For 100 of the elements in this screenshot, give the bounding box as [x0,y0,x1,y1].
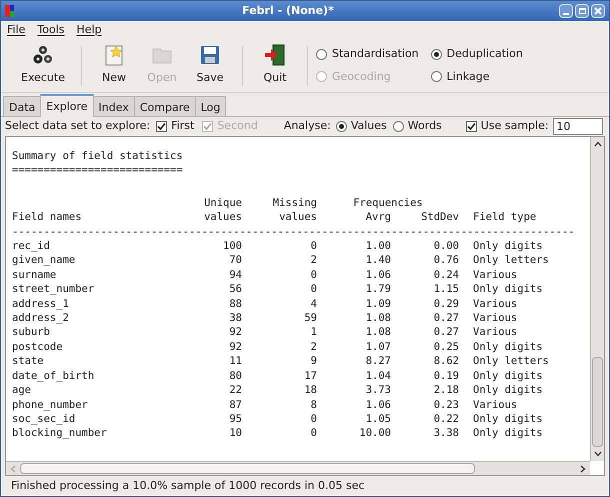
table-cell: 92 [229,326,242,338]
scrollbar-thumb[interactable] [20,463,475,474]
scrollbar-thumb[interactable] [592,357,603,447]
radio-button[interactable] [430,71,442,82]
radio-label: Geocoding [332,68,391,84]
table-cell: 0 [310,268,317,281]
table-cell: 1.40 [366,254,391,266]
table-cell: 0.27 [434,326,459,338]
toolbar-button[interactable]: New [90,44,138,87]
radio-label: Standardisation [332,46,419,62]
table-cell: 2 [310,254,317,266]
table-cell: 1.06 [366,398,391,410]
table-cell: 8 [310,398,317,410]
table-cell: 4 [310,298,317,310]
minimize-button[interactable] [559,4,573,18]
table-cell: Only digits [473,384,543,396]
maximize-button[interactable] [575,4,589,18]
column-heading: StdDev [421,211,459,224]
table-cell: 1.05 [366,412,391,425]
close-button[interactable] [591,4,605,18]
table-cell: 8.27 [366,355,391,368]
radio-button[interactable] [316,48,327,60]
table-cell: Only digits [473,240,543,252]
checkbox-label: Second [217,118,258,134]
radio-button[interactable] [430,48,442,60]
table-cell: 10 [229,427,242,440]
title-underline: =========================== [12,163,183,178]
tab[interactable]: Data [3,96,42,116]
horizontal-scrollbar[interactable] [6,461,590,475]
table-cell: 0.23 [434,398,459,410]
checkbox[interactable] [466,121,477,132]
table-cell: 38 [229,312,242,324]
vertical-scrollbar[interactable] [590,137,604,461]
column-heading: Avrg [366,211,391,224]
separator-line: ----------------------------------------------------------------------------------------- [12,224,575,240]
radio-label: Linkage [446,68,490,84]
radio-label: Words [408,118,442,134]
table-cell: blocking_number [12,427,107,440]
report-title: Summary of field statistics [12,149,183,164]
table-cell: Only letters [473,254,549,266]
table-cell: suburb [12,326,50,338]
table-cell: 0.25 [434,340,459,353]
checkbox[interactable] [156,121,168,132]
table-cell: 9 [310,355,317,368]
table-cell: postcode [12,340,63,353]
table-cell: 10.00 [359,427,391,440]
table-cell: 88 [229,298,242,310]
app-logo-icon [5,5,17,17]
table-cell: address_2 [12,312,69,324]
table-cell: 8.62 [434,355,459,368]
checkbox-label: First [171,118,194,134]
table-cell: Various [473,312,518,324]
table-cell: 80 [229,370,242,382]
window-title: Febrl - (None)* [241,2,335,19]
table-cell: given_name [12,254,76,266]
table-cell: 0.19 [434,370,459,382]
radio-button[interactable] [392,121,404,132]
table-cell: age [12,384,31,396]
radio-label: Values [350,118,387,134]
table-cell: 2.18 [434,384,459,396]
table-cell: 59 [304,312,317,324]
menu-item[interactable]: File [7,22,26,38]
tab[interactable]: Compare [134,96,196,116]
table-cell: 1.79 [366,283,391,296]
table-cell: Only digits [473,370,543,382]
table-cell: date_of_birth [12,370,94,382]
table-cell: rec_id [12,240,50,252]
table-cell: 0 [310,283,317,296]
table-cell: 1 [310,326,317,338]
table-cell: 1.09 [366,298,391,310]
table-cell: Only digits [473,283,543,296]
radio-label: Deduplication [446,46,523,62]
table-cell: surname [12,268,56,281]
menu-item[interactable]: Tools [37,22,65,38]
table-cell: 0 [310,427,317,440]
toolbar-button[interactable]: Quit [251,44,299,87]
sample-field[interactable]: 10 [552,118,603,135]
table-cell: 100 [223,240,242,252]
table-cell: address_1 [12,298,69,310]
tab[interactable]: Log [194,96,226,116]
table-cell: Only digits [473,412,543,425]
radio-button[interactable] [336,121,347,132]
tab[interactable]: Index [92,96,135,116]
toolbar-button[interactable]: Save [186,44,234,87]
menu-item[interactable]: Help [76,22,102,38]
table-cell: 11 [229,355,242,368]
table-cell: state [12,355,44,368]
table-cell: 0.29 [434,298,459,310]
tab[interactable]: Explore [40,94,94,117]
column-heading: values [279,211,317,224]
table-cell: 87 [229,398,242,410]
table-cell: 0.00 [434,240,459,252]
checkbox-label: Use sample: [480,118,549,134]
table-cell: Various [473,268,518,281]
table-cell: 3.38 [434,427,459,440]
table-cell: Various [473,298,518,310]
table-cell: 1.08 [366,326,391,338]
dataset-label: Select data set to explore: [5,118,150,134]
toolbar-button[interactable]: Execute [13,44,73,87]
table-cell: Only letters [473,355,549,368]
